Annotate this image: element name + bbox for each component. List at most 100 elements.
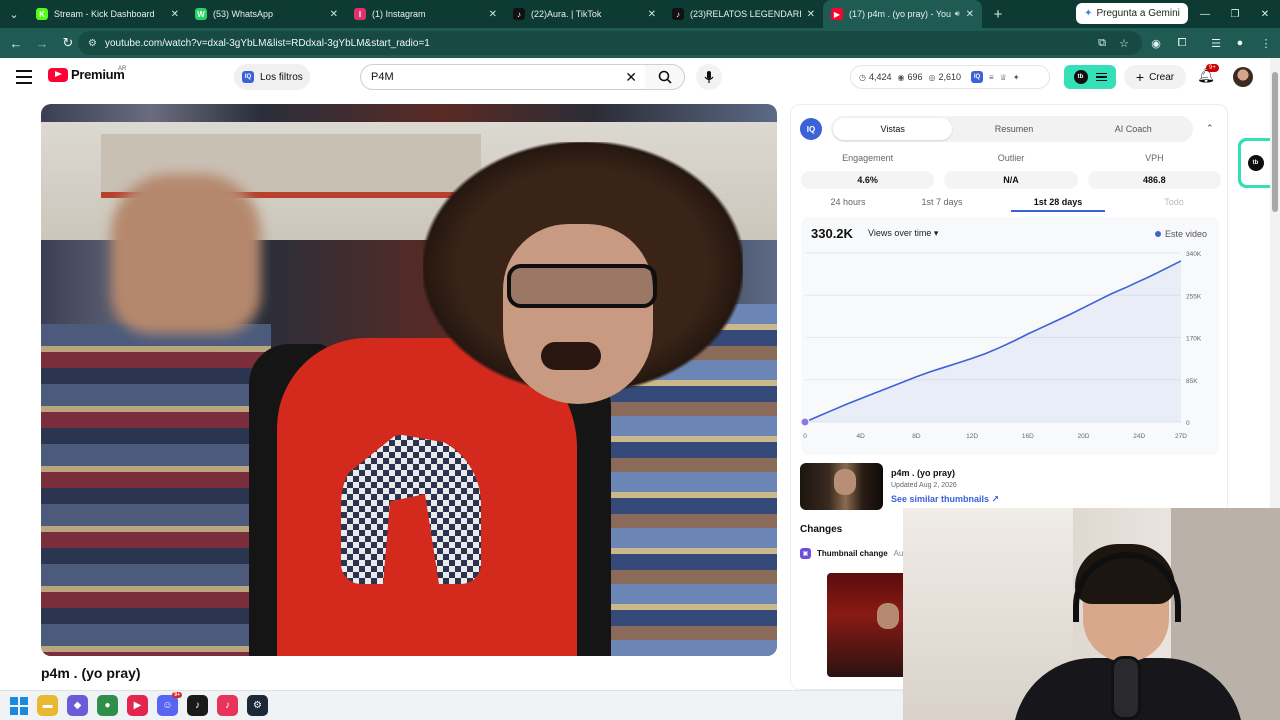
file-explorer-icon[interactable]: ▬: [37, 695, 58, 716]
vidiq-side-tab[interactable]: tb: [1238, 138, 1270, 188]
minimize-button[interactable]: —: [1190, 0, 1220, 28]
url-field[interactable]: ⚙ youtube.com/watch?v=dxal-3gYbLM&list=R…: [78, 31, 1142, 55]
filters-label: Los filtros: [260, 71, 303, 83]
x-tick-label: 4D: [857, 433, 866, 440]
windows-start-icon[interactable]: [10, 696, 28, 715]
instagram-icon: I: [354, 8, 366, 20]
stat-b-value: 696: [907, 72, 923, 82]
glasses: [507, 264, 657, 308]
search-input[interactable]: P4M ✕: [360, 64, 646, 90]
browser-tab[interactable]: ♪ (23)RELATOS LEGENDARIOS DE ✕: [664, 0, 823, 28]
video-title: p4m . (yo pray): [41, 665, 141, 681]
browser-tab[interactable]: W (53) WhatsApp ✕: [187, 0, 346, 28]
trophy-icon[interactable]: ♕: [1000, 73, 1007, 82]
tiktok-icon[interactable]: ♪: [187, 695, 208, 716]
changed-thumbnail[interactable]: [827, 573, 907, 677]
search-icon: [658, 70, 672, 84]
filters-button[interactable]: IQ Los filtros: [234, 64, 310, 90]
youtube-premium-logo[interactable]: Premium AR: [48, 66, 126, 82]
vidiq-extension-button[interactable]: tb: [1064, 65, 1116, 89]
browser-menu-icon[interactable]: ⋮: [1256, 33, 1276, 53]
address-bar-row: ← → ↻ ⚙ youtube.com/watch?v=dxal-3gYbLM&…: [0, 28, 1280, 58]
metric-value: N/A: [944, 171, 1078, 189]
panel-tab[interactable]: Vistas: [833, 118, 953, 140]
steam-icon[interactable]: ⚙: [247, 695, 268, 716]
microphone-icon: [704, 71, 714, 83]
metric-card: Engagement 4.6%: [801, 153, 935, 189]
panel-tab[interactable]: AI Coach: [1074, 116, 1193, 142]
webcam-overlay: [903, 508, 1280, 720]
range-tab[interactable]: 1st 7 days: [895, 197, 989, 212]
change-item[interactable]: ▣ Thumbnail change Aug: [800, 548, 908, 559]
youtube-icon: ▶: [831, 8, 843, 20]
gemini-button[interactable]: ✦ Pregunta a Gemini: [1076, 3, 1188, 24]
install-app-icon[interactable]: ⧉: [1092, 33, 1112, 53]
tab-audio-icon[interactable]: 🔊︎: [955, 9, 960, 19]
tab-close-icon[interactable]: ✕: [966, 9, 974, 20]
chrome-icon[interactable]: ●: [97, 695, 118, 716]
tab-close-icon[interactable]: ✕: [807, 9, 815, 20]
close-window-button[interactable]: ✕: [1250, 0, 1280, 28]
video-player[interactable]: [41, 104, 777, 656]
range-tab[interactable]: 24 hours: [801, 197, 895, 212]
collapse-chevron-icon[interactable]: ⌃: [1206, 123, 1214, 134]
whatsapp-icon: W: [195, 8, 207, 20]
media-icon[interactable]: ▶: [127, 695, 148, 716]
youtube-play-icon: [48, 67, 68, 82]
extension-iq-icon[interactable]: ◉: [1146, 33, 1166, 53]
similar-thumbnails-link[interactable]: See similar thumbnails ↗: [891, 494, 999, 505]
changes-heading: Changes: [800, 524, 843, 535]
views-chart: 330.2K Views over time ▾ Este video 0 85K…: [801, 217, 1219, 455]
tiktok-icon: ♪: [513, 8, 525, 20]
sparkle-icon[interactable]: ✦: [1013, 73, 1020, 82]
forward-button[interactable]: →: [30, 31, 54, 55]
tab-search-list-icon[interactable]: ☰: [1206, 33, 1226, 53]
clear-search-icon[interactable]: ✕: [625, 69, 637, 86]
account-avatar[interactable]: [1233, 67, 1253, 87]
store-shelf-left: [41, 324, 271, 656]
reload-button[interactable]: ↻: [56, 31, 80, 55]
metric-value: 486.8: [1087, 171, 1221, 189]
channel-stats-pill[interactable]: ◷ 4,424 ◉ 696 ◎ 2,610 IQ ≡ ♕ ✦: [850, 65, 1050, 89]
browser-tab[interactable]: ♪ (22)Aura. | TikTok ✕: [505, 0, 664, 28]
new-tab-button[interactable]: +: [986, 2, 1010, 26]
panel-iq-logo-icon: IQ: [800, 118, 822, 140]
tab-search-icon[interactable]: ⌄: [0, 0, 28, 28]
bookmark-star-icon[interactable]: ☆: [1114, 33, 1134, 53]
tab-close-icon[interactable]: ✕: [489, 9, 497, 20]
maximize-button[interactable]: ❐: [1220, 0, 1250, 28]
panel-tab[interactable]: Resumen: [954, 116, 1073, 142]
tab-close-icon[interactable]: ✕: [171, 9, 179, 20]
sort-icon[interactable]: ≡: [989, 73, 994, 82]
browser-tab[interactable]: I (1) Instagram ✕: [346, 0, 505, 28]
capcut-icon[interactable]: ♪: [217, 695, 238, 716]
y-tick-label: 255K: [1186, 293, 1202, 300]
waving-hand: [111, 174, 261, 334]
profile-icon[interactable]: ●: [1230, 33, 1250, 53]
scrollbar-thumb[interactable]: [1272, 72, 1278, 212]
notifications-button[interactable]: 🔔︎ 9+: [1196, 64, 1219, 87]
range-tab[interactable]: Todo: [1127, 197, 1221, 212]
iq-small-icon[interactable]: IQ: [971, 71, 984, 83]
taskbar-badge: 9+: [172, 692, 182, 698]
app-icon[interactable]: ◆: [67, 695, 88, 716]
youtube-header: Premium AR IQ Los filtros P4M ✕ ◷ 4,424 ◉…: [0, 58, 1270, 98]
site-info-icon[interactable]: ⚙: [88, 38, 97, 49]
notification-badge: 9+: [1206, 64, 1219, 72]
voice-search-button[interactable]: [696, 64, 722, 90]
browser-tab[interactable]: ▶ (17) p4m . (yo pray) - YouTube 🔊︎ ✕: [823, 0, 982, 28]
search-button[interactable]: [645, 64, 685, 90]
tab-close-icon[interactable]: ✕: [648, 9, 656, 20]
extensions-icon[interactable]: ⧠: [1172, 33, 1192, 53]
x-tick-label: 20D: [1078, 433, 1090, 440]
back-button[interactable]: ←: [4, 31, 28, 55]
video-thumbnail[interactable]: [800, 463, 883, 510]
range-tab[interactable]: 1st 28 days: [1011, 197, 1105, 212]
mouth: [541, 342, 601, 370]
tab-close-icon[interactable]: ✕: [330, 9, 338, 20]
plus-icon: +: [1135, 69, 1145, 85]
guide-menu-icon[interactable]: [16, 70, 32, 84]
browser-tab[interactable]: K Stream - Kick Dashboard ✕: [28, 0, 187, 28]
discord-icon[interactable]: ☺ 9+: [157, 692, 182, 716]
create-button[interactable]: + Crear: [1124, 65, 1186, 89]
